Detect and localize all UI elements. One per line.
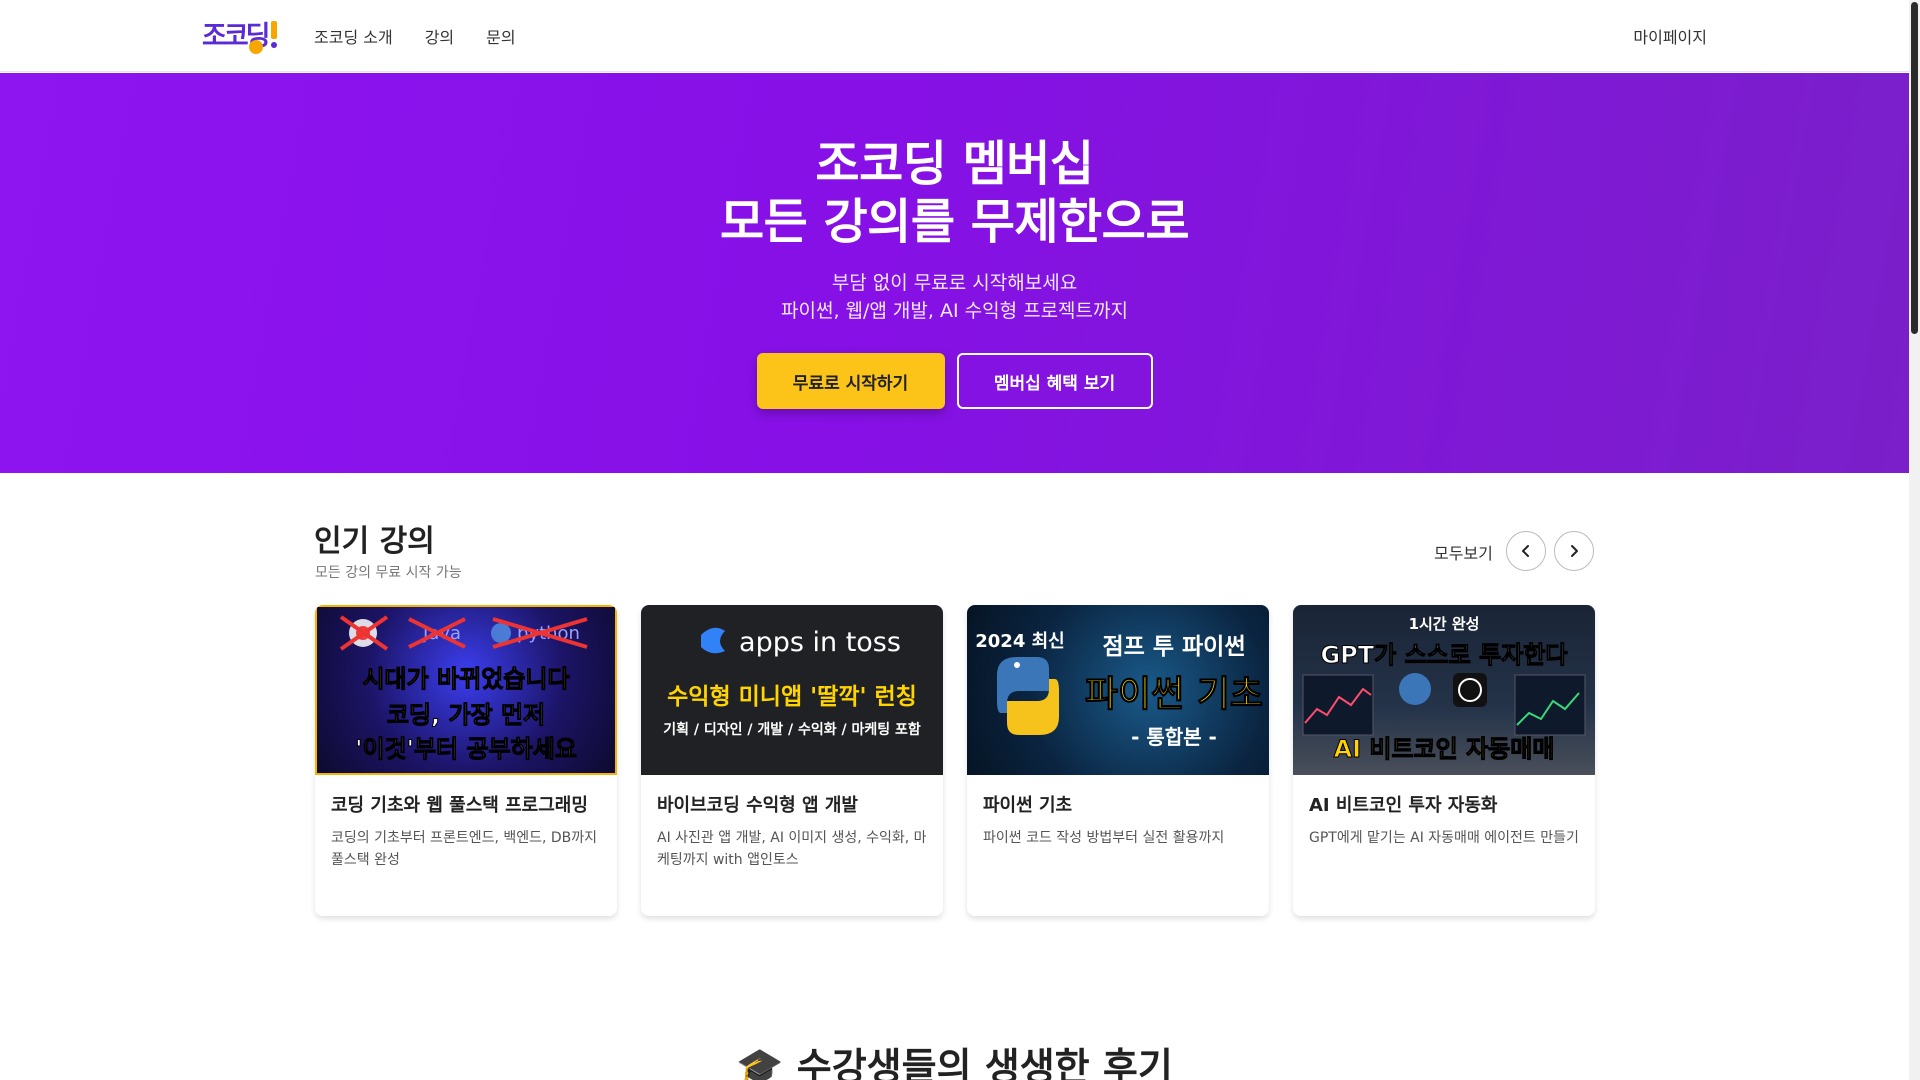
thumb-line3: '이것'부터 공부하세요 — [355, 735, 578, 764]
course-thumbnail: Java python 시대가 바뀌었습니다 코딩, 가장 먼저 '이것'부터 … — [315, 605, 617, 775]
course-carousel: Java python 시대가 바뀌었습니다 코딩, 가장 먼저 '이것'부터 … — [315, 605, 1595, 916]
thumb-line2: 코딩, 가장 먼저 — [386, 701, 546, 730]
nav-contact[interactable]: 문의 — [486, 24, 515, 48]
course-thumbnail: 1시간 완성 GPT가 스스로 투자한다 AI 비트코인 자동매매 — [1293, 605, 1595, 775]
view-all-link[interactable]: 모두보기 — [1434, 540, 1493, 564]
main-nav: 조코딩 소개 강의 문의 — [314, 24, 548, 48]
mypage-link[interactable]: 마이페이지 — [1633, 24, 1707, 48]
popular-courses-subtitle: 모든 강의 무료 시작 가능 — [315, 565, 462, 581]
thumb-brand: apps in toss — [739, 627, 901, 658]
course-description: GPT에게 맡기는 AI 자동매매 에이전트 만들기 — [1309, 830, 1579, 846]
thumb-line2: 점프 투 파이썬 — [1102, 634, 1246, 660]
thumb-line2: 기획 / 디자인 / 개발 / 수익화 / 마케팅 포함 — [663, 722, 921, 738]
scrollbar-thumb[interactable] — [1911, 2, 1918, 334]
course-card[interactable]: apps in toss 수익형 미니앱 '딸깍' 런칭 기획 / 디자인 / … — [641, 605, 943, 916]
site-logo[interactable]: 조코딩 — [202, 15, 284, 57]
hero-title-line2: 모든 강의를 무제한으로 — [719, 194, 1190, 250]
hero-sub-line2: 파이썬, 웹/앱 개발, AI 수익형 프로젝트까지 — [781, 300, 1128, 322]
course-thumbnail: 2024 최신 점프 투 파이썬 파이썬 기초 - 통합본 - — [967, 605, 1269, 775]
hero-title-line1: 조코딩 멤버십 — [815, 136, 1094, 192]
thumb-line1: 시대가 바뀌었습니다 — [362, 665, 570, 694]
membership-benefits-button[interactable]: 멤버십 혜택 보기 — [956, 353, 1153, 409]
course-description: 파이썬 코드 작성 방법부터 실전 활용까지 — [983, 830, 1225, 846]
course-title: 코딩 기초와 웹 풀스택 프로그래밍 — [331, 795, 588, 816]
course-title: 바이브코딩 수익형 앱 개발 — [657, 795, 858, 816]
top-header: 조코딩 조코딩 소개 강의 문의 마이페이지 — [0, 0, 1909, 72]
logo-mark: 조코딩 — [202, 21, 277, 54]
course-description: AI 사진관 앱 개발, AI 이미지 생성, 수익화, 마케팅까지 with … — [657, 830, 927, 868]
hero-banner: 조코딩 멤버십 모든 강의를 무제한으로 부담 없이 무료로 시작해보세요 파이… — [0, 73, 1909, 473]
hero-title: 조코딩 멤버십 모든 강의를 무제한으로 — [0, 135, 1909, 251]
reviews-section-title: 🎓 수강생들의 생생한 후기 — [736, 1045, 1173, 1080]
course-title: AI 비트코인 투자 자동화 — [1309, 795, 1498, 816]
chevron-right-icon — [1571, 545, 1578, 557]
thumb-line4: - 통합본 - — [1131, 725, 1217, 749]
nav-about[interactable]: 조코딩 소개 — [314, 24, 393, 48]
hero-subtitle: 부담 없이 무료로 시작해보세요 파이썬, 웹/앱 개발, AI 수익형 프로젝… — [0, 269, 1909, 325]
thumb-line3: 파이썬 기초 — [1084, 674, 1264, 716]
start-free-button[interactable]: 무료로 시작하기 — [756, 353, 945, 409]
carousel-next-button[interactable] — [1554, 531, 1594, 571]
thumb-line2: AI 비트코인 자동매매 — [1333, 735, 1555, 764]
hero-sub-line1: 부담 없이 무료로 시작해보세요 — [831, 272, 1078, 294]
course-title: 파이썬 기초 — [983, 795, 1073, 816]
course-description: 코딩의 기초부터 프론트엔드, 백엔드, DB까지 풀스택 완성 — [331, 830, 598, 868]
course-card[interactable]: Java python 시대가 바뀌었습니다 코딩, 가장 먼저 '이것'부터 … — [315, 605, 617, 916]
thumb-line1: GPT가 스스로 투자한다 — [1320, 641, 1568, 670]
thumb-badge: 1시간 완성 — [1408, 615, 1480, 633]
course-card[interactable]: 1시간 완성 GPT가 스스로 투자한다 AI 비트코인 자동매매 AI 비트코… — [1293, 605, 1595, 916]
course-thumbnail: apps in toss 수익형 미니앱 '딸깍' 런칭 기획 / 디자인 / … — [641, 605, 943, 775]
nav-courses[interactable]: 강의 — [425, 24, 454, 48]
course-card[interactable]: 2024 최신 점프 투 파이썬 파이썬 기초 - 통합본 - 파이썬 기초 파… — [967, 605, 1269, 916]
popular-courses-title: 인기 강의 — [314, 524, 435, 559]
carousel-prev-button[interactable] — [1506, 531, 1546, 571]
thumb-line1: 수익형 미니앱 '딸깍' 런칭 — [667, 684, 917, 710]
page-scrollbar[interactable] — [1909, 0, 1920, 1080]
hero-actions: 무료로 시작하기 멤버십 혜택 보기 — [0, 353, 1909, 409]
chevron-left-icon — [1522, 545, 1529, 557]
